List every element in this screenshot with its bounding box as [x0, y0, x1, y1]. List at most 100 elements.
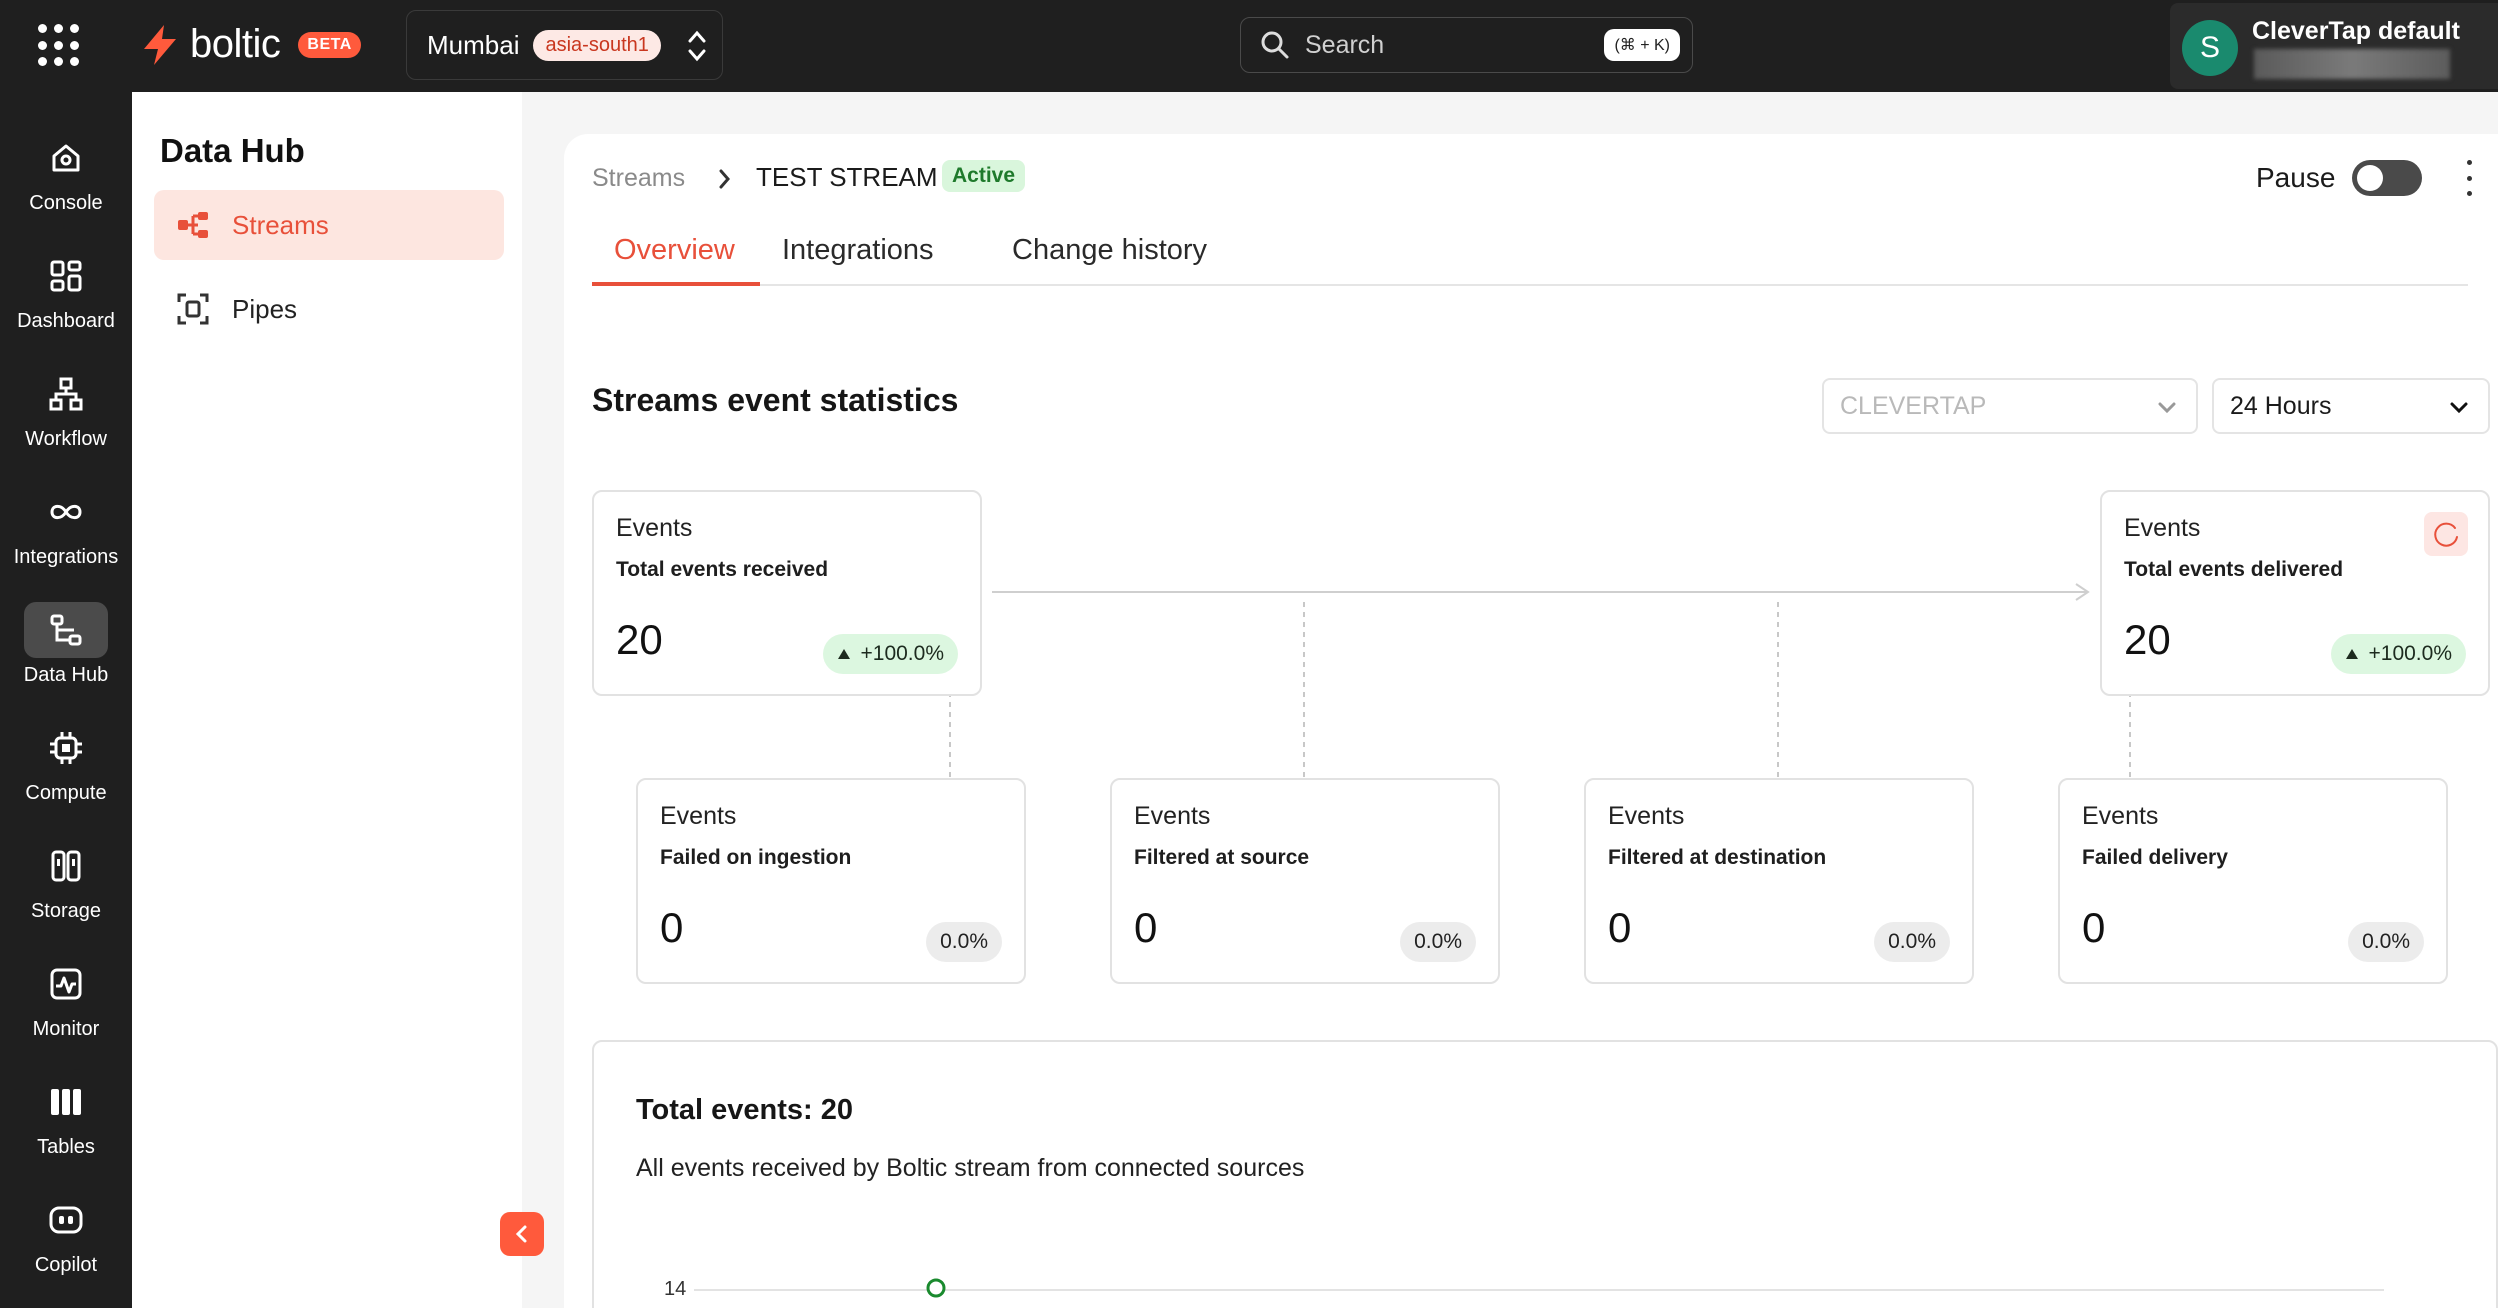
card-failed-ingestion: Events Failed on ingestion 0 0.0% [636, 778, 1026, 984]
panel-title: Data Hub [160, 132, 305, 169]
top-bar: boltic BETA Mumbai asia-south1 Search (⌘… [0, 0, 2498, 92]
nav-label: Tables [37, 1136, 95, 1158]
nav-item-data-hub[interactable]: Data Hub [0, 596, 132, 706]
search-placeholder: Search [1305, 30, 1385, 59]
card-title: Events [2124, 514, 2201, 542]
pause-toggle[interactable] [2352, 160, 2422, 196]
app-root: boltic BETA Mumbai asia-south1 Search (⌘… [0, 0, 2498, 1308]
nav-label: Data Hub [23, 664, 109, 686]
nav-label: Workflow [25, 428, 107, 450]
card-value: 0 [1134, 904, 1158, 951]
loading-spinner-icon [2424, 512, 2468, 556]
nav-item-monitor[interactable]: Monitor [0, 950, 132, 1060]
data-hub-panel: Data Hub Streams Pipes [132, 92, 522, 1308]
breadcrumb-streams-link[interactable]: Streams [592, 164, 685, 193]
card-title: Events [1134, 802, 1211, 830]
brand-logo[interactable]: boltic BETA [138, 22, 361, 67]
nav-item-console[interactable]: Console [0, 124, 132, 234]
nav-item-integrations[interactable]: Integrations [0, 478, 132, 588]
collapse-panel-button[interactable] [500, 1212, 544, 1256]
card-value: 0 [2082, 904, 2106, 951]
tables-icon [51, 1089, 81, 1115]
section-title: Streams event statistics [592, 382, 959, 418]
nav-item-tables[interactable]: Tables [0, 1068, 132, 1178]
tab-change-history[interactable]: Change history [1012, 234, 1207, 286]
chart-point [926, 1278, 946, 1298]
card-title: Events [616, 514, 693, 542]
storage-icon [51, 850, 81, 882]
card-title: Events [1608, 802, 1685, 830]
card-subtitle: Failed on ingestion [660, 846, 852, 869]
workflow-icon [49, 377, 83, 411]
bolt-logo-icon [144, 24, 176, 65]
nav-label: Integrations [13, 546, 119, 568]
tab-bar: Overview Integrations Change history [592, 234, 2468, 286]
global-search[interactable]: Search (⌘ + K) [1240, 17, 1693, 73]
nav-item-compute[interactable]: Compute [0, 714, 132, 824]
total-events-description: All events received by Boltic stream fro… [636, 1154, 1305, 1182]
account-name: CleverTap default [2252, 17, 2460, 45]
time-range-select[interactable]: 24 Hours [2212, 378, 2490, 434]
card-failed-delivery: Events Failed delivery 0 0.0% [2058, 778, 2448, 984]
hub-item-label: Pipes [232, 293, 298, 324]
copilot-icon [49, 1206, 83, 1234]
home-icon [52, 144, 80, 172]
pause-label: Pause [2256, 162, 2336, 193]
status-badge: Active [942, 160, 1026, 192]
nav-label: Dashboard [17, 310, 115, 332]
card-subtitle: Failed delivery [2082, 846, 2228, 869]
main-content: Streams TEST STREAM Active Pause Overvie… [564, 134, 2498, 1308]
beta-badge: BETA [298, 31, 361, 58]
nav-item-workflow[interactable]: Workflow [0, 360, 132, 470]
triangle-up-icon [837, 649, 850, 659]
total-events-title: Total events: 20 [636, 1094, 854, 1126]
hub-item-label: Streams [232, 209, 329, 240]
change-value: +100.0% [860, 642, 945, 665]
card-subtitle: Filtered at destination [1608, 846, 1827, 869]
change-badge: +100.0% [822, 634, 958, 674]
more-options-icon[interactable] [2462, 160, 2476, 196]
search-icon [1261, 31, 1289, 59]
card-subtitle: Filtered at source [1134, 846, 1310, 869]
stream-name: TEST STREAM [756, 162, 938, 192]
redacted-email [2254, 49, 2450, 79]
nav-item-dashboard[interactable]: Dashboard [0, 242, 132, 352]
chevron-right-icon [719, 169, 730, 189]
card-value: 20 [616, 616, 663, 663]
region-selector[interactable]: Mumbai asia-south1 [406, 10, 723, 80]
streams-icon [178, 212, 208, 238]
nav-label: Compute [25, 782, 107, 804]
chevron-left-icon [515, 1225, 527, 1243]
account-switcher[interactable]: S CleverTap default [2170, 3, 2498, 89]
nav-item-copilot[interactable]: Copilot [0, 1186, 132, 1296]
change-badge: 0.0% [2348, 922, 2424, 962]
card-value: 20 [2124, 616, 2171, 663]
nav-label: Storage [30, 900, 102, 922]
pipes-icon [177, 293, 209, 325]
events-chart [694, 1278, 2384, 1298]
source-select[interactable]: CLEVERTAP [1822, 378, 2198, 434]
card-filtered-source: Events Filtered at source 0 0.0% [1110, 778, 1500, 984]
source-select-value: CLEVERTAP [1840, 391, 1987, 420]
card-filtered-destination: Events Filtered at destination 0 0.0% [1584, 778, 1974, 984]
hub-item-pipes[interactable]: Pipes [154, 274, 504, 344]
brand-name: boltic [190, 22, 281, 66]
hub-item-streams[interactable]: Streams [154, 190, 504, 260]
chevron-up-down-icon [688, 30, 706, 62]
total-events-panel: Total events: 20 All events received by … [592, 1040, 2498, 1308]
tab-overview[interactable]: Overview [592, 234, 760, 286]
avatar: S [2182, 20, 2238, 76]
change-badge: 0.0% [1400, 922, 1476, 962]
tab-integrations[interactable]: Integrations [782, 234, 934, 286]
card-subtitle: Total events received [616, 558, 829, 581]
change-badge: 0.0% [926, 922, 1002, 962]
data-hub-icon [50, 614, 82, 646]
change-badge: 0.0% [1874, 922, 1950, 962]
app-launcher-icon[interactable] [38, 24, 82, 68]
y-axis-tick: 14 [664, 1278, 687, 1300]
nav-item-storage[interactable]: Storage [0, 832, 132, 942]
chevron-down-icon [2450, 402, 2468, 414]
region-city: Mumbai [427, 29, 520, 60]
nav-label: Console [29, 192, 103, 214]
nav-label: Monitor [32, 1018, 100, 1040]
